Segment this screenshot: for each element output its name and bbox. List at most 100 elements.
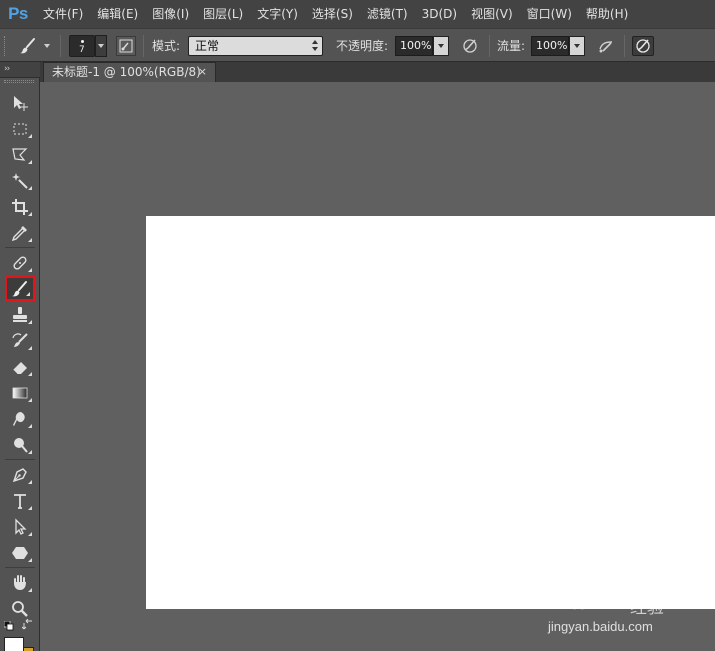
menu-window[interactable]: 窗口(W) — [520, 0, 579, 28]
brush-size-value: 7 — [79, 45, 85, 55]
swap-colors-icon[interactable] — [21, 618, 34, 631]
gradient-tool[interactable] — [5, 380, 35, 405]
mode-label: 模式: — [152, 39, 181, 53]
pressure-opacity-button[interactable] — [459, 36, 481, 56]
toggle-brush-panel-button[interactable] — [116, 36, 136, 56]
options-separator — [143, 35, 144, 57]
chevron-down-icon — [574, 44, 580, 48]
brush-tool[interactable] — [5, 276, 35, 301]
chevron-down-icon — [98, 44, 104, 48]
updown-arrows-icon — [312, 40, 318, 52]
hexagon-shape-icon — [12, 546, 28, 559]
move-tool[interactable] — [5, 90, 35, 115]
document-tab-title: 未标题-1 @ 100%(RGB/8) — [52, 65, 201, 79]
flow-input[interactable]: 100% — [531, 36, 569, 56]
options-bar: 7 模式: 正常 不透明度: 100% 流量: 100% — [0, 28, 715, 62]
baidu-paw-icon — [603, 575, 623, 598]
marquee-tool[interactable] — [5, 116, 35, 141]
menu-edit[interactable]: 编辑(E) — [90, 0, 145, 28]
default-colors-icon[interactable] — [3, 620, 14, 631]
document-canvas[interactable] — [146, 216, 715, 609]
brush-size-preview[interactable]: 7 — [69, 35, 95, 57]
menu-layer[interactable]: 图层(L) — [196, 0, 250, 28]
eyedropper-icon — [11, 225, 27, 241]
tools-panel-collapse[interactable]: ›› — [0, 62, 40, 78]
pressure-size-icon — [636, 39, 650, 53]
blend-mode-select[interactable]: 正常 — [188, 36, 323, 56]
rectangular-marquee-icon — [13, 123, 27, 134]
crop-icon — [12, 198, 28, 215]
foreground-color-swatch[interactable] — [4, 637, 24, 651]
magic-wand-icon — [12, 172, 28, 189]
baidu-watermark: Bai 经验 jingyan.baidu.com — [548, 573, 708, 643]
pen-tool[interactable] — [5, 462, 35, 487]
flow-slider-dropdown[interactable] — [569, 36, 585, 56]
opacity-label: 不透明度: — [336, 39, 389, 53]
document-tab-bar: 未标题-1 @ 100%(RGB/8) × — [40, 62, 715, 82]
eraser-tool[interactable] — [5, 354, 35, 379]
tool-preset-picker[interactable] — [18, 29, 50, 62]
eyedropper-tool[interactable] — [5, 220, 35, 245]
flow-label: 流量: — [497, 39, 526, 53]
gradient-icon — [12, 387, 28, 398]
healing-brush-tool[interactable] — [5, 250, 35, 275]
stamp-icon — [13, 306, 27, 322]
watermark-sub: 经验 — [630, 598, 664, 618]
lasso-tool[interactable] — [5, 142, 35, 167]
bandage-icon — [13, 255, 27, 270]
chevron-down-icon — [438, 44, 444, 48]
polygonal-lasso-icon — [12, 147, 28, 161]
menu-image[interactable]: 图像(I) — [145, 0, 196, 28]
menu-help[interactable]: 帮助(H) — [579, 0, 635, 28]
clone-stamp-tool[interactable] — [5, 302, 35, 327]
eraser-icon — [12, 361, 27, 374]
blend-mode-value: 正常 — [195, 39, 220, 53]
brush-preset-dropdown[interactable] — [95, 35, 107, 57]
tools-panel-grip[interactable] — [4, 80, 34, 83]
path-selection-tool[interactable] — [5, 514, 35, 539]
brush-panel-icon — [119, 39, 133, 53]
menu-type[interactable]: 文字(Y) — [250, 0, 305, 28]
zoom-tool[interactable] — [5, 596, 35, 621]
menu-view[interactable]: 视图(V) — [464, 0, 520, 28]
options-separator — [489, 35, 490, 57]
pressure-size-button[interactable] — [632, 36, 654, 56]
options-bar-grip[interactable] — [4, 36, 8, 56]
watermark-brand: Bai — [552, 585, 590, 615]
document-workspace — [40, 82, 715, 651]
crop-tool[interactable] — [5, 194, 35, 219]
direct-selection-arrow-icon — [15, 517, 27, 535]
opacity-slider-dropdown[interactable] — [433, 36, 449, 56]
menu-file[interactable]: 文件(F) — [36, 0, 90, 28]
dodge-tool[interactable] — [5, 432, 35, 457]
type-t-icon — [14, 493, 26, 509]
options-separator — [624, 35, 625, 57]
dodge-icon — [14, 437, 28, 453]
opacity-input[interactable]: 100% — [395, 36, 433, 56]
magic-wand-tool[interactable] — [5, 168, 35, 193]
photoshop-logo: Ps — [8, 4, 28, 23]
menu-3d[interactable]: 3D(D) — [415, 0, 464, 28]
menu-select[interactable]: 选择(S) — [305, 0, 360, 28]
document-tab[interactable]: 未标题-1 @ 100%(RGB/8) × — [43, 62, 216, 82]
menu-filter[interactable]: 滤镜(T) — [360, 0, 415, 28]
brush-tip-dot — [81, 40, 84, 43]
blur-tool[interactable] — [5, 406, 35, 431]
pressure-pen-icon — [463, 39, 477, 53]
history-brush-icon — [12, 332, 28, 347]
airbrush-icon — [599, 41, 613, 53]
blur-drop-icon — [13, 411, 25, 426]
brush-icon — [20, 37, 35, 53]
menu-bar: Ps 文件(F) 编辑(E) 图像(I) 图层(L) 文字(Y) 选择(S) 滤… — [0, 0, 715, 28]
history-brush-tool[interactable] — [5, 328, 35, 353]
close-icon[interactable]: × — [198, 63, 207, 81]
tools-panel: ›› — [0, 62, 40, 651]
watermark-url: jingyan.baidu.com — [548, 619, 653, 634]
hand-tool[interactable] — [5, 570, 35, 595]
type-tool[interactable] — [5, 488, 35, 513]
shape-tool[interactable] — [5, 540, 35, 565]
tool-preset-dropdown-icon — [44, 43, 50, 48]
hand-icon — [14, 574, 26, 590]
pen-nib-icon — [12, 467, 27, 482]
airbrush-button[interactable] — [595, 36, 617, 56]
